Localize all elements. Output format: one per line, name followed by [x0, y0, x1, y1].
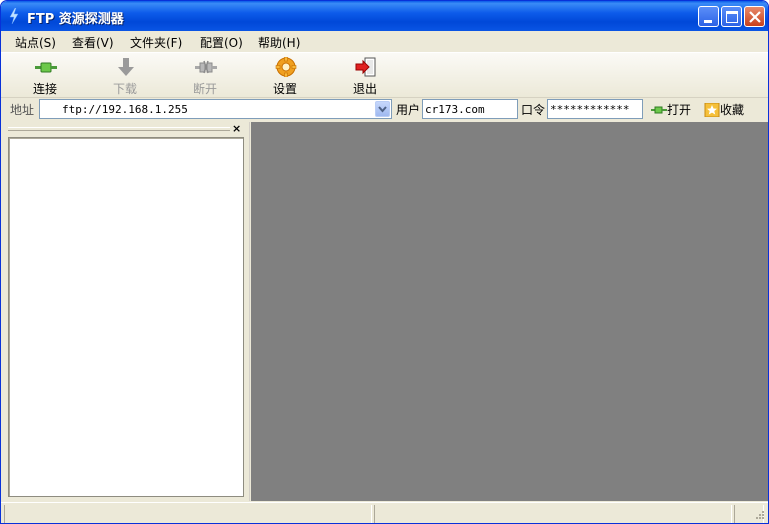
status-cell-2 — [374, 505, 732, 523]
star-icon — [704, 102, 720, 117]
download-arrow-icon — [115, 57, 137, 77]
address-bar: 地址 ftp://192.168.1.255 用户 cr173.com 口令 *… — [1, 98, 768, 121]
open-button[interactable]: 打开 — [651, 101, 691, 118]
gear-icon — [275, 56, 297, 78]
pane-close-button[interactable]: × — [232, 122, 241, 135]
folder-pane: × — [4, 122, 250, 501]
password-input[interactable]: ************ — [547, 99, 643, 119]
menu-view[interactable]: 查看(V) — [72, 34, 114, 51]
resize-grip-icon[interactable] — [753, 510, 765, 522]
window-title: FTP 资源探测器 — [27, 12, 124, 27]
close-button[interactable] — [744, 6, 765, 27]
title-bar[interactable]: FTP 资源探测器 — [1, 1, 768, 31]
lightning-icon — [7, 7, 21, 25]
exit-door-icon — [355, 57, 377, 77]
favorite-label: 收藏 — [720, 103, 745, 117]
close-icon — [749, 11, 761, 23]
download-button[interactable]: 下载 — [95, 55, 155, 97]
open-label: 打开 — [667, 103, 692, 117]
exit-button[interactable]: 退出 — [335, 55, 395, 97]
address-value: ftp://192.168.1.255 — [62, 103, 188, 116]
minimize-button[interactable] — [698, 6, 719, 27]
file-list-area[interactable] — [251, 122, 768, 501]
settings-label: 设置 — [272, 82, 297, 96]
dropdown-button[interactable] — [375, 101, 390, 117]
menu-site[interactable]: 站点(S) — [15, 34, 56, 51]
settings-button[interactable]: 设置 — [255, 55, 315, 97]
plug-disconnect-icon — [195, 57, 217, 77]
plug-connect-icon — [651, 103, 667, 117]
toolbar: 连接 下载 断开 设置 退出 — [1, 52, 768, 98]
address-combobox[interactable]: ftp://192.168.1.255 — [39, 99, 392, 119]
pane-splitter[interactable] — [244, 122, 250, 501]
maximize-button[interactable] — [721, 6, 742, 27]
minimize-icon — [704, 20, 712, 23]
status-bar — [1, 502, 768, 523]
plug-connect-icon — [35, 57, 57, 77]
connect-label: 连接 — [32, 82, 57, 96]
password-label: 口令 — [521, 103, 546, 117]
user-label: 用户 — [396, 103, 421, 117]
connect-button[interactable]: 连接 — [15, 55, 75, 97]
menu-config[interactable]: 配置(O) — [200, 34, 243, 51]
download-label: 下载 — [112, 82, 137, 96]
chevron-down-icon — [378, 106, 387, 113]
status-cell-1 — [4, 505, 372, 523]
maximize-icon — [726, 11, 738, 23]
app-window: FTP 资源探测器 站点(S) 查看(V) 文件夹(F) 配置(O) 帮助(H) — [0, 0, 769, 524]
folder-tree[interactable] — [8, 137, 244, 497]
favorite-button[interactable]: 收藏 — [704, 101, 744, 118]
menu-folder[interactable]: 文件夹(F) — [130, 34, 182, 51]
disconnect-label: 断开 — [192, 82, 217, 96]
pane-grip[interactable] — [8, 127, 230, 131]
address-label: 地址 — [10, 103, 35, 117]
exit-label: 退出 — [352, 82, 377, 96]
disconnect-button[interactable]: 断开 — [175, 55, 235, 97]
user-input[interactable]: cr173.com — [422, 99, 518, 119]
menu-help[interactable]: 帮助(H) — [258, 34, 300, 51]
menu-bar: 站点(S) 查看(V) 文件夹(F) 配置(O) 帮助(H) — [1, 31, 768, 52]
